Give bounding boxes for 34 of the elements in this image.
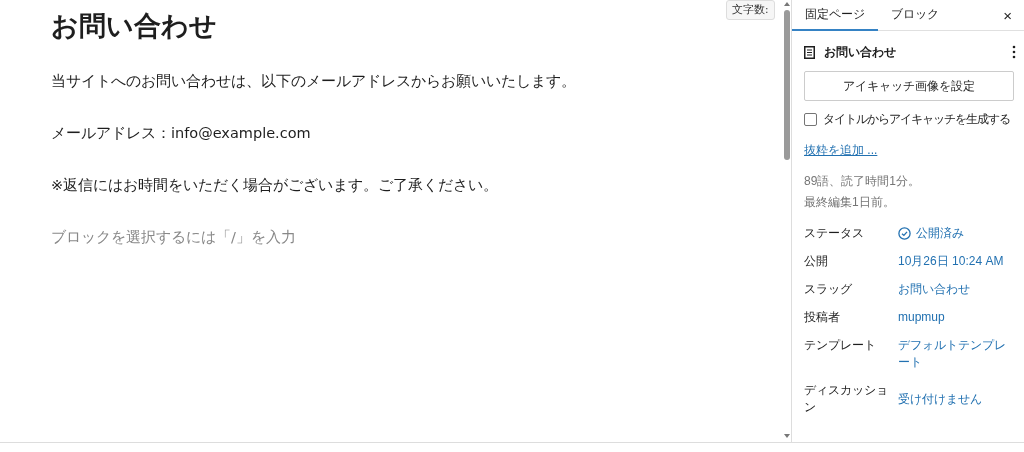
field-label: テンプレート [804,337,877,354]
block-placeholder[interactable]: ブロックを選択するには「/」を入力 [51,226,783,248]
more-options-icon[interactable] [1012,45,1016,59]
paragraph: ※返信にはお時間をいただく場合がございます。ご了承ください。 [51,176,500,195]
excerpt-link[interactable]: 抜粋を追加 ... [804,142,878,159]
field-label: スラッグ [804,281,853,298]
reading-stats: 89語、読了時間1分。 [804,173,922,190]
field-label: 公開 [804,253,829,270]
field-link[interactable]: お問い合わせ [898,281,1014,298]
status-link[interactable]: 公開済み [916,225,964,242]
scroll-up-icon[interactable] [783,0,791,8]
field-label: ディスカッション [804,382,889,416]
field-label: ステータス [804,225,865,242]
tab[interactable]: 固定ページ [792,0,878,31]
paragraph: メールアドレス：info@example.com [51,124,312,143]
field-link[interactable]: デフォルトテンプレート [898,337,1014,371]
field-link[interactable]: 10月26日 10:24 AM [898,253,1014,270]
scroll-down-icon[interactable] [783,432,791,440]
last-edited: 最終編集1日前。 [804,194,896,211]
page-title: お問い合わせ [51,9,217,43]
check-circle-icon [898,227,911,240]
word-count-button[interactable]: 文字数: [726,0,775,20]
paragraph: 当サイトへのお問い合わせは、以下のメールアドレスからお願いいたします。 [51,72,577,91]
page-name: お問い合わせ [824,43,896,61]
field-link[interactable]: 受け付けません [898,382,1014,416]
checkbox-label: タイトルからアイキャッチを生成する [823,111,1010,128]
close-button[interactable]: × [1001,6,1014,24]
scrollbar[interactable] [783,0,792,442]
checkbox[interactable] [804,113,817,126]
field-label: 投稿者 [804,309,841,326]
featured-image-button[interactable]: アイキャッチ画像を設定 [804,71,1014,101]
tab[interactable]: ブロック [878,0,952,31]
field-link[interactable]: mupmup [898,309,1014,326]
document-icon [804,45,815,59]
